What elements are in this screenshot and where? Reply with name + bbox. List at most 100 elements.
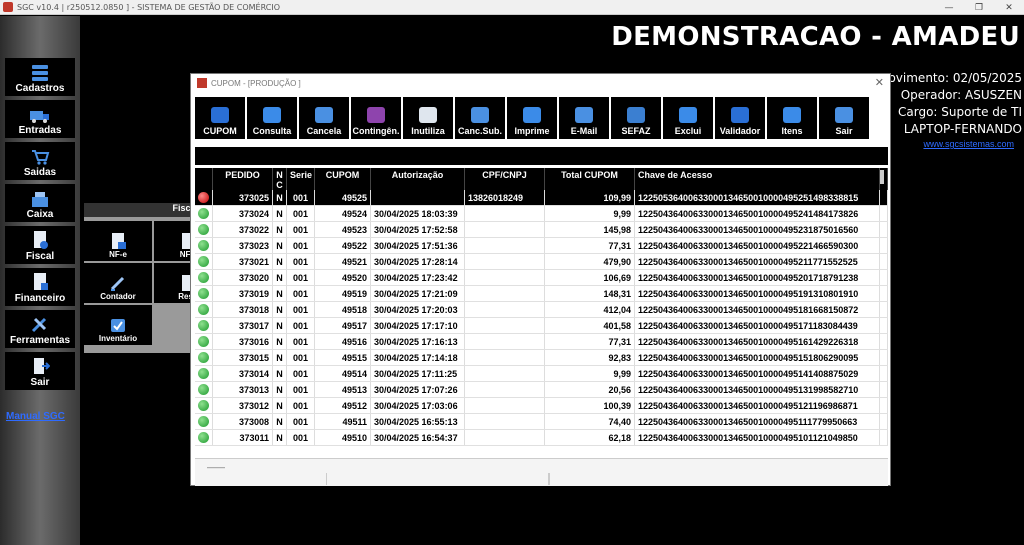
cell-cupom: 49519 [315, 286, 371, 301]
cupom-close-button[interactable]: ✕ [875, 76, 884, 89]
toolbar-button-sefaz[interactable]: SEFAZ [611, 97, 661, 139]
sidebar-item-saidas[interactable]: Saidas [5, 142, 75, 180]
sidebar-item-financeiro[interactable]: Financeiro [5, 268, 75, 306]
search-bar[interactable] [195, 147, 888, 165]
cell-pedido: 373015 [213, 350, 273, 365]
website-link[interactable]: www.sgcsistemas.com [923, 139, 1014, 149]
minimize-button[interactable]: — [934, 0, 964, 15]
cell-chave: 1225043640063300013465001000049515180629… [635, 350, 880, 365]
cell-cupom: 49516 [315, 334, 371, 349]
cell-autorizacao: 30/04/2025 17:16:13 [371, 334, 465, 349]
table-row[interactable]: 373020 N 001 49520 30/04/2025 17:23:42 106,69… [195, 270, 888, 286]
app-icon [3, 2, 13, 12]
cell-cpf [465, 430, 545, 445]
cell-cpf [465, 254, 545, 269]
table-row[interactable]: 373023 N 001 49522 30/04/2025 17:51:36 77,31 1… [195, 238, 888, 254]
sidebar-item-label: Caixa [26, 209, 54, 220]
sidebar-item-entradas[interactable]: Entradas [5, 100, 75, 138]
table-row[interactable]: 373022 N 001 49523 30/04/2025 17:52:58 145,98… [195, 222, 888, 238]
table-row[interactable]: 373024 N 001 49524 30/04/2025 18:03:39 9,99 12… [195, 206, 888, 222]
toolbar-button-canc-sub[interactable]: Canc.Sub. [455, 97, 505, 139]
toolbar-button-consulta[interactable]: Consulta [247, 97, 297, 139]
cell-spacer [880, 286, 888, 301]
cancel-icon [315, 107, 333, 123]
cell-serie: 001 [287, 334, 315, 349]
fiscal-tile-nfe[interactable]: NF-e [84, 221, 152, 261]
vertical-scrollbar[interactable] [880, 170, 884, 184]
fiscal-tile-contador[interactable]: Contador [84, 263, 152, 303]
cell-total: 9,99 [545, 206, 635, 221]
company-name: DEMONSTRACAO - AMADEU [611, 22, 1020, 52]
cell-spacer [880, 334, 888, 349]
success-status-icon [198, 224, 209, 235]
sidebar-item-caixa[interactable]: Caixa [5, 184, 75, 222]
column-header-chave-acesso[interactable]: Chave de Acesso [635, 168, 880, 190]
cell-cpf: 13826018249 [465, 190, 545, 205]
cell-cupom: 49524 [315, 206, 371, 221]
truck-icon [30, 111, 49, 123]
status-cell [195, 414, 213, 429]
table-row[interactable]: 373012 N 001 49512 30/04/2025 17:03:06 100,39… [195, 398, 888, 414]
success-status-icon [198, 240, 209, 251]
sidebar-item-cadastros[interactable]: Cadastros [5, 58, 75, 96]
close-button[interactable]: ✕ [994, 0, 1024, 15]
column-header-total-cupom[interactable]: Total CUPOM [545, 168, 635, 190]
toolbar-button-cancela[interactable]: Cancela [299, 97, 349, 139]
column-header-pedido[interactable]: PEDIDO [213, 168, 273, 190]
toolbar-button-itens[interactable]: Itens [767, 97, 817, 139]
fiscal-tile-inventario[interactable]: Inventário [84, 305, 152, 345]
sidebar-item-ferramentas[interactable]: Ferramentas [5, 310, 75, 348]
manual-link[interactable]: Manual SGC [6, 411, 65, 422]
column-header-status[interactable] [195, 168, 213, 190]
column-header-cpf-cnpj[interactable]: CPF/CNPJ [465, 168, 545, 190]
table-row[interactable]: 373019 N 001 49519 30/04/2025 17:21:09 148,31… [195, 286, 888, 302]
status-cell [195, 382, 213, 397]
table-row[interactable]: 373011 N 001 49510 30/04/2025 16:54:37 62,18 1… [195, 430, 888, 446]
cell-serie: 001 [287, 222, 315, 237]
cell-cpf [465, 206, 545, 221]
cell-serie: 001 [287, 254, 315, 269]
table-row[interactable]: 373013 N 001 49513 30/04/2025 17:07:26 20,56 1… [195, 382, 888, 398]
cell-spacer [880, 398, 888, 413]
table-row[interactable]: 373014 N 001 49514 30/04/2025 17:11:25 9,99 12… [195, 366, 888, 382]
column-header-nc[interactable]: N C [273, 168, 287, 190]
toolbar-button-inutiliza[interactable]: Inutiliza [403, 97, 453, 139]
sidebar-item-fiscal[interactable]: Fiscal [5, 226, 75, 264]
cupom-window-title: CUPOM - [PRODUÇÃO ] [211, 78, 301, 88]
table-row[interactable]: 373016 N 001 49516 30/04/2025 17:16:13 77,31 1… [195, 334, 888, 350]
app-title: SGC v10.4 | r250512.0850 ] - SISTEMA DE … [17, 2, 281, 12]
toolbar-button-sair[interactable]: Sair [819, 97, 869, 139]
pen-icon [110, 276, 125, 291]
toolbar-button-validador[interactable]: Validador [715, 97, 765, 139]
cell-serie: 001 [287, 366, 315, 381]
table-row[interactable]: 373008 N 001 49511 30/04/2025 16:55:13 74,40 1… [195, 414, 888, 430]
toolbar-button-exclui[interactable]: Exclui [663, 97, 713, 139]
cupom-toolbar: CUPOM Consulta Cancela Contingên. Inutiliza C… [195, 97, 871, 139]
toolbar-button-conting-n[interactable]: Contingên. [351, 97, 401, 139]
column-header-cupom[interactable]: CUPOM [315, 168, 371, 190]
table-row[interactable]: 373021 N 001 49521 30/04/2025 17:28:14 479,90… [195, 254, 888, 270]
table-row[interactable]: 373025 N 001 49525 13826018249 109,99 12250536… [195, 190, 888, 206]
cupom-window-icon [197, 78, 207, 88]
cell-nc: N [273, 190, 287, 205]
toolbar-button-e-mail[interactable]: E-Mail [559, 97, 609, 139]
cell-pedido: 373014 [213, 366, 273, 381]
globe-icon [627, 107, 645, 123]
cell-total: 100,39 [545, 398, 635, 413]
maximize-button[interactable]: ❐ [964, 0, 994, 15]
sidebar: Cadastros Entradas Saidas Caixa Fiscal F… [0, 16, 80, 545]
database-icon [32, 65, 48, 81]
footer-indicator: —— [207, 462, 225, 472]
sidebar-item-sair[interactable]: Sair [5, 352, 75, 390]
toolbar-button-cupom[interactable]: CUPOM [195, 97, 245, 139]
toolbar-button-imprime[interactable]: Imprime [507, 97, 557, 139]
table-row[interactable]: 373015 N 001 49515 30/04/2025 17:14:18 92,83 1… [195, 350, 888, 366]
status-cell [195, 398, 213, 413]
table-row[interactable]: 373018 N 001 49518 30/04/2025 17:20:03 412,04… [195, 302, 888, 318]
table-row[interactable]: 373017 N 001 49517 30/04/2025 17:17:10 401,58… [195, 318, 888, 334]
column-header-serie[interactable]: Serie [287, 168, 315, 190]
status-cell [195, 318, 213, 333]
sidebar-item-label: Financeiro [14, 293, 66, 304]
column-header-autorizacao[interactable]: Autorização [371, 168, 465, 190]
sidebar-item-label: Sair [30, 377, 50, 388]
